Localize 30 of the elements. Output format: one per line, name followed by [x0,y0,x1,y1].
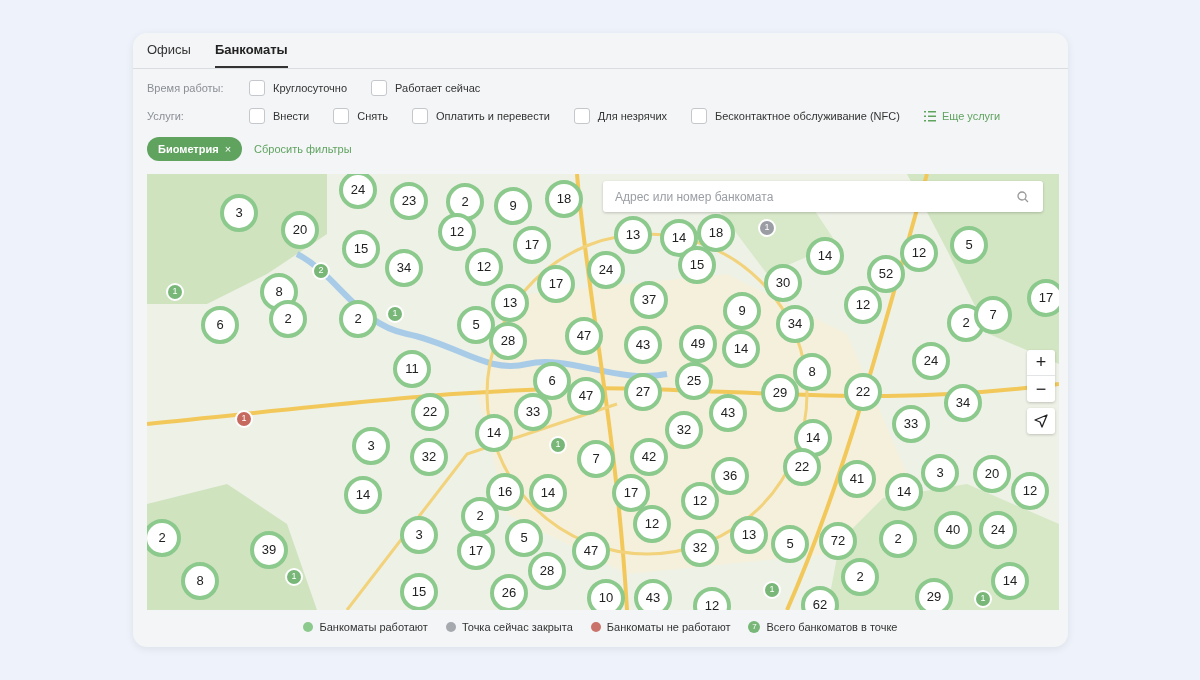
checkbox-option[interactable]: Бесконтактное обслуживание (NFC) [691,107,900,125]
filter-label: Услуги: [147,108,185,124]
checkbox-option[interactable]: Внести [249,107,310,125]
tab[interactable]: Офисы [147,39,191,68]
search-icon[interactable] [1017,191,1029,203]
legend-label: Точка сейчас закрыта [461,619,573,635]
checkbox-option[interactable]: Работает сейчас [371,79,481,97]
checkbox[interactable] [333,108,350,124]
checkbox-option[interactable]: Для незрячих [573,107,668,125]
checkbox-option[interactable]: Снять [333,107,388,125]
zoom-in-button[interactable]: + [1027,350,1055,376]
checkbox[interactable] [249,80,265,96]
tab[interactable]: Банкоматы [214,39,288,68]
location-button[interactable] [1027,408,1055,434]
search-field[interactable]: Адрес или номер банкомата [603,181,1043,212]
zoom-out-button[interactable]: − [1027,376,1055,402]
checkbox[interactable] [691,108,708,124]
navigation-arrow-icon [1034,414,1048,428]
checkbox-option[interactable]: Круглосуточно [249,79,348,97]
checkbox[interactable] [573,108,590,124]
count-badge: 7 [748,621,761,633]
filter-label: Время работы: [147,80,225,96]
checkbox[interactable] [371,80,388,96]
checkbox-option[interactable]: Оплатить и перевести [411,107,550,125]
list-icon [923,110,936,122]
legend-label: Всего банкоматов в точке [766,619,898,635]
checkbox[interactable] [249,108,265,124]
legend-label: Банкоматы не работают [606,619,731,635]
legend-label: Банкоматы работают [319,619,428,635]
checkbox[interactable] [411,108,428,124]
